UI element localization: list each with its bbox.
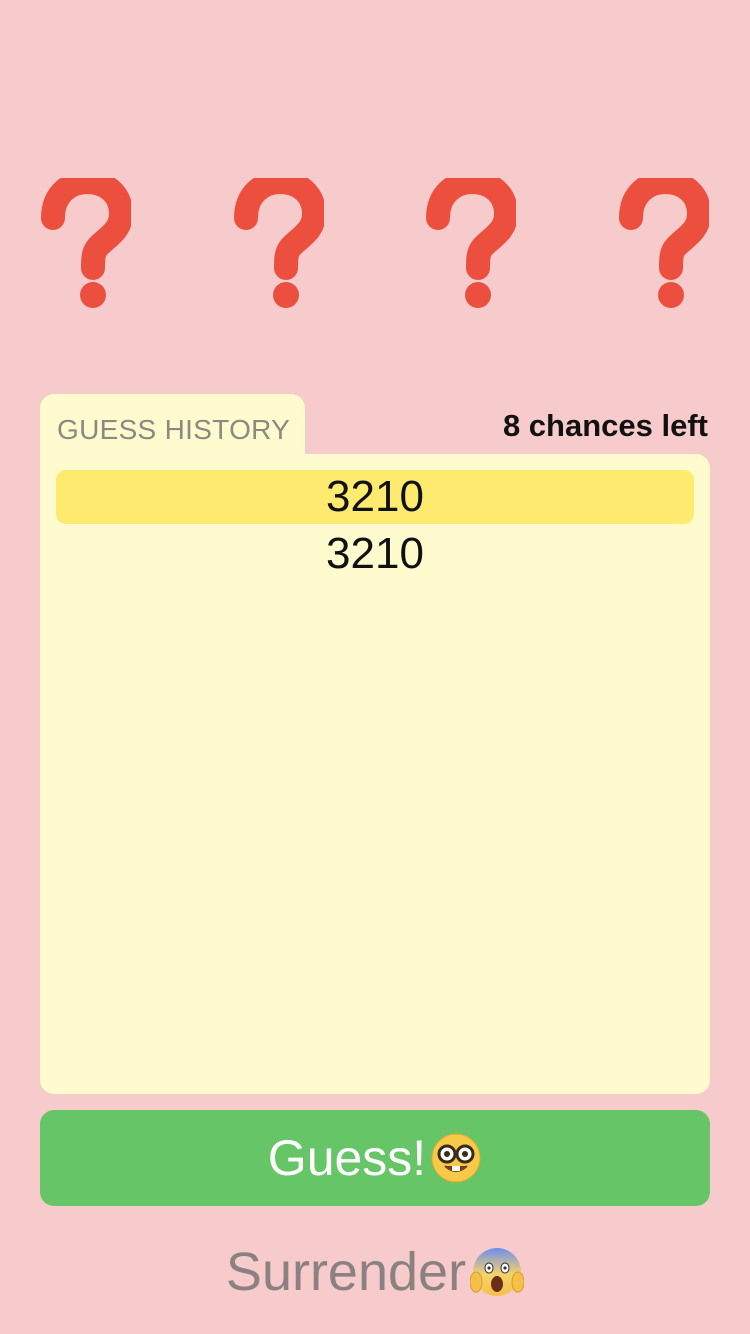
guess-button[interactable]: Guess! <box>40 1110 710 1206</box>
guess-history-panel: 3210 3210 <box>40 454 710 1094</box>
chances-left-label: 8 chances left <box>502 408 708 443</box>
guess-history-label: GUESS HISTORY <box>57 414 291 445</box>
secret-code-slots <box>0 168 750 318</box>
guess-history-list: 3210 3210 <box>56 470 694 581</box>
surrender-button[interactable]: Surrender <box>0 1232 750 1312</box>
history-row: 3210 <box>56 470 694 524</box>
question-mark-icon <box>416 168 526 318</box>
question-mark-icon <box>224 168 334 318</box>
history-row: 3210 <box>326 529 424 578</box>
nerd-face-icon <box>430 1132 482 1184</box>
surrender-button-label: Surrender <box>225 1242 467 1302</box>
screaming-face-icon <box>470 1244 525 1300</box>
question-mark-icon <box>609 168 719 318</box>
question-mark-icon <box>31 168 141 318</box>
guess-button-label: Guess! <box>267 1130 427 1186</box>
